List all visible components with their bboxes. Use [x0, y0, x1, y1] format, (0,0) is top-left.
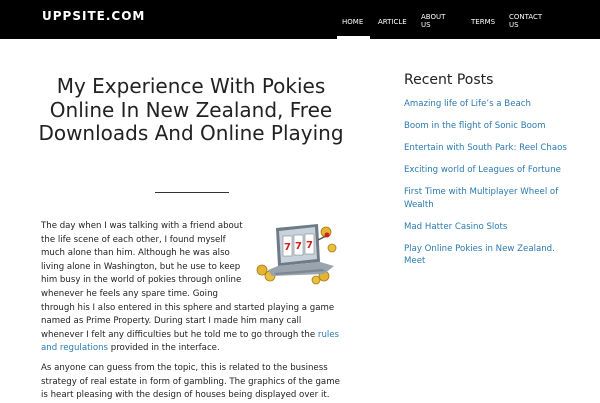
- post-paragraph-1: The day when I was talking with a friend…: [41, 220, 346, 356]
- text-line: is heart pleasing with the design of hou…: [41, 390, 330, 401]
- recent-post-link[interactable]: Play Online Pokies in New Zealand. Meet: [404, 243, 574, 268]
- post-title: My Experience With Pokies Online In New …: [38, 74, 344, 145]
- title-divider: [155, 192, 229, 193]
- text-line: him busy in the world of pokies through …: [41, 275, 242, 286]
- recent-post-link[interactable]: Entertain with South Park: Reel Chaos: [404, 142, 574, 155]
- nav-about-us[interactable]: ABOUT US: [421, 13, 447, 29]
- recent-post-link[interactable]: Amazing life of Life’s a Beach: [404, 98, 574, 111]
- recent-post-link[interactable]: Mad Hatter Casino Slots: [404, 221, 574, 234]
- text-line: named as Prime Property. During start I …: [41, 316, 302, 327]
- nav-active-indicator: [337, 36, 370, 39]
- site-logo[interactable]: UPPSITE.COM: [42, 9, 145, 23]
- text-line: living alone in Washington, but he use t…: [41, 261, 241, 272]
- recent-post-link[interactable]: Boom in the flight of Sonic Boom: [404, 120, 574, 133]
- nav-terms[interactable]: TERMS: [471, 18, 495, 26]
- rules-link[interactable]: rules: [318, 330, 339, 340]
- text-line: The day when I was talking with a friend…: [41, 221, 243, 231]
- text-line-with-link: and regulations provided in the interfac…: [41, 342, 346, 356]
- recent-posts-heading: Recent Posts: [404, 72, 494, 88]
- text-line: strategy of real estate in form of gambl…: [41, 376, 340, 387]
- regulations-link[interactable]: and regulations: [41, 343, 108, 353]
- nav-contact-us[interactable]: CONTACT US: [509, 13, 543, 29]
- text-line: whenever he feels any spare time. Going: [41, 288, 218, 299]
- recent-posts-list: Amazing life of Life’s a Beach Boom in t…: [404, 98, 574, 277]
- top-bar: UPPSITE.COM HOME ARTICLE ABOUT US TERMS …: [0, 0, 600, 39]
- post-paragraph-2: As anyone can guess from the topic, this…: [41, 362, 346, 403]
- nav-article[interactable]: ARTICLE: [378, 18, 407, 26]
- text-fragment: whenever I felt any difficulties but he …: [41, 329, 316, 340]
- nav-home[interactable]: HOME: [342, 18, 363, 26]
- text-fragment: provided in the interface.: [108, 343, 220, 354]
- recent-post-link[interactable]: Exciting world of Leagues of Fortune: [404, 164, 574, 177]
- text-line-with-link: whenever I felt any difficulties but he …: [41, 329, 346, 343]
- text-line: through his I also entered in this spher…: [41, 302, 335, 313]
- text-line: much alone than him. Although he was als…: [41, 248, 230, 259]
- text-line: As anyone can guess from the topic, this…: [41, 363, 328, 373]
- recent-post-link[interactable]: First Time with Multiplayer Wheel of Wea…: [404, 186, 574, 211]
- text-line: the life scene of each other, I found my…: [41, 234, 226, 245]
